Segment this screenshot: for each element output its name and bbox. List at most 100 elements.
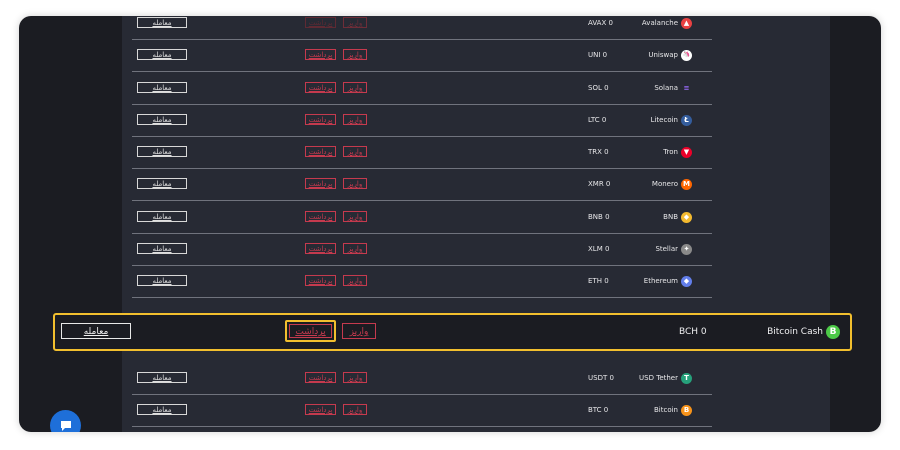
litecoin-icon: Ł	[681, 114, 692, 126]
uniswap-icon: 🦄	[681, 49, 692, 61]
coin-label: BNB	[663, 213, 678, 221]
deposit-button[interactable]: واریز	[343, 211, 367, 222]
deposit-button[interactable]: واریز	[343, 404, 367, 415]
deposit-button[interactable]: واریز	[343, 114, 367, 125]
withdraw-button[interactable]: برداشت	[305, 178, 336, 189]
coin-name: Uniswap 🦄	[648, 39, 692, 71]
coin-name: Tron ▼	[663, 136, 692, 168]
wallet-row: معامله برداشت واریز XLM 0 Stellar ✦	[132, 233, 712, 266]
coin-name: USD Tether T	[639, 362, 692, 394]
withdraw-button[interactable]: برداشت	[305, 114, 336, 125]
coin-label: Bitcoin Cash	[767, 327, 823, 337]
deposit-button[interactable]: واریز	[343, 275, 367, 286]
coin-name: Litecoin Ł	[651, 104, 692, 136]
coin-balance: UNI 0	[588, 51, 608, 59]
deposit-button[interactable]: واریز	[342, 323, 376, 339]
coin-label: Litecoin	[650, 116, 678, 124]
trade-button[interactable]: معامله	[137, 404, 187, 415]
coin-balance: TRX 0	[588, 148, 609, 156]
coin-balance: BTC 0	[588, 406, 609, 414]
withdraw-button[interactable]: برداشت	[305, 275, 336, 286]
coin-name: Avalanche ▲	[642, 16, 692, 39]
trade-button[interactable]: معامله	[137, 211, 187, 222]
withdraw-button[interactable]: برداشت	[305, 146, 336, 157]
coin-label: Bitcoin	[653, 406, 678, 414]
deposit-button[interactable]: واریز	[343, 372, 367, 383]
wallet-row: معامله برداشت واریز BTC 0 Bitcoin B	[132, 394, 712, 427]
app-window: معامله برداشت واریز AVAX 0 Avalanche ▲ معامله ب…	[19, 16, 881, 432]
trade-button[interactable]: معامله	[137, 114, 187, 125]
withdraw-button[interactable]: برداشت	[305, 372, 336, 383]
wallet-row: معامله برداشت واریز XMR 0 Monero M	[132, 168, 712, 201]
deposit-button[interactable]: واریز	[343, 243, 367, 254]
coin-balance: BCH 0	[679, 327, 707, 337]
coin-balance: AVAX 0	[588, 19, 613, 27]
coin-balance: SOL 0	[588, 84, 609, 92]
coin-balance: XLM 0	[588, 245, 610, 253]
coin-name: Stellar ✦	[655, 233, 692, 265]
solana-icon: ≡	[683, 83, 690, 92]
wallet-row: معامله برداشت واریز TRX 0 Tron ▼	[132, 136, 712, 169]
withdraw-button[interactable]: برداشت	[305, 17, 336, 28]
coin-label: Uniswap	[648, 51, 678, 59]
deposit-button[interactable]: واریز	[343, 82, 367, 93]
withdraw-button[interactable]: برداشت	[305, 243, 336, 254]
wallet-row: معامله برداشت واریز ETH 0 Ethereum ◆	[132, 265, 712, 298]
wallet-row: معامله برداشت واریز LTC 0 Litecoin Ł	[132, 104, 712, 137]
trade-button[interactable]: معامله	[137, 82, 187, 93]
wallet-row: معامله برداشت واریز SOL 0 Solana ≡	[132, 72, 712, 105]
coin-balance: XMR 0	[588, 180, 611, 188]
coin-name: Monero M	[652, 168, 692, 200]
coin-label: Ethereum	[643, 277, 678, 285]
trade-button[interactable]: معامله	[137, 146, 187, 157]
coin-label: USD Tether	[639, 374, 678, 382]
bnb-icon: ◆	[681, 211, 692, 223]
deposit-button[interactable]: واریز	[343, 49, 367, 60]
withdraw-button[interactable]: برداشت	[289, 324, 332, 338]
avalanche-icon: ▲	[681, 17, 692, 29]
chat-button[interactable]	[50, 410, 81, 432]
monero-icon: M	[681, 178, 692, 190]
tron-icon: ▼	[681, 146, 692, 158]
coin-label: Solana	[654, 84, 678, 92]
deposit-button[interactable]: واریز	[343, 146, 367, 157]
coin-label: Tron	[663, 148, 678, 156]
withdraw-button[interactable]: برداشت	[305, 49, 336, 60]
coin-name: Bitcoin Cash B	[767, 315, 840, 349]
stellar-icon: ✦	[681, 243, 692, 255]
coin-name: Bitcoin B	[654, 394, 692, 426]
coin-name: BNB ◆	[663, 201, 692, 233]
trade-button[interactable]: معامله	[137, 17, 187, 28]
deposit-button[interactable]: واریز	[343, 178, 367, 189]
trade-button[interactable]: معامله	[137, 275, 187, 286]
coin-label: Monero	[651, 180, 678, 188]
trade-button[interactable]: معامله	[137, 243, 187, 254]
bitcoin-icon: B	[681, 404, 692, 416]
withdraw-focus-ring: برداشت	[285, 320, 336, 342]
withdraw-button[interactable]: برداشت	[305, 82, 336, 93]
tether-icon: T	[681, 372, 692, 384]
ethereum-icon: ◆	[681, 275, 692, 287]
wallet-row: معامله برداشت واریز AVAX 0 Avalanche ▲	[132, 16, 712, 40]
coin-balance: ETH 0	[588, 277, 609, 285]
chat-icon	[60, 420, 71, 431]
withdraw-button[interactable]: برداشت	[305, 211, 336, 222]
deposit-button[interactable]: واریز	[343, 17, 367, 28]
wallet-row: معامله برداشت واریز USDT 0 USD Tether T	[132, 362, 712, 395]
coin-balance: BNB 0	[588, 213, 610, 221]
coin-name: Ethereum ◆	[644, 265, 692, 297]
bitcoin-cash-icon: B	[826, 325, 840, 339]
coin-label: Stellar	[655, 245, 678, 253]
coin-balance: LTC 0	[588, 116, 607, 124]
coin-balance: USDT 0	[588, 374, 614, 382]
trade-button[interactable]: معامله	[61, 323, 131, 339]
trade-button[interactable]: معامله	[137, 49, 187, 60]
trade-button[interactable]: معامله	[137, 372, 187, 383]
wallet-row: معامله برداشت واریز BNB 0 BNB ◆	[132, 201, 712, 234]
highlighted-row-bitcoin-cash: Bitcoin Cash B BCH 0 واریز برداشت معامله	[53, 313, 852, 351]
withdraw-button[interactable]: برداشت	[305, 404, 336, 415]
trade-button[interactable]: معامله	[137, 178, 187, 189]
coin-label: Avalanche	[641, 19, 678, 27]
wallet-row: معامله برداشت واریز UNI 0 Uniswap 🦄	[132, 39, 712, 72]
coin-name: Solana ≡	[654, 72, 692, 104]
